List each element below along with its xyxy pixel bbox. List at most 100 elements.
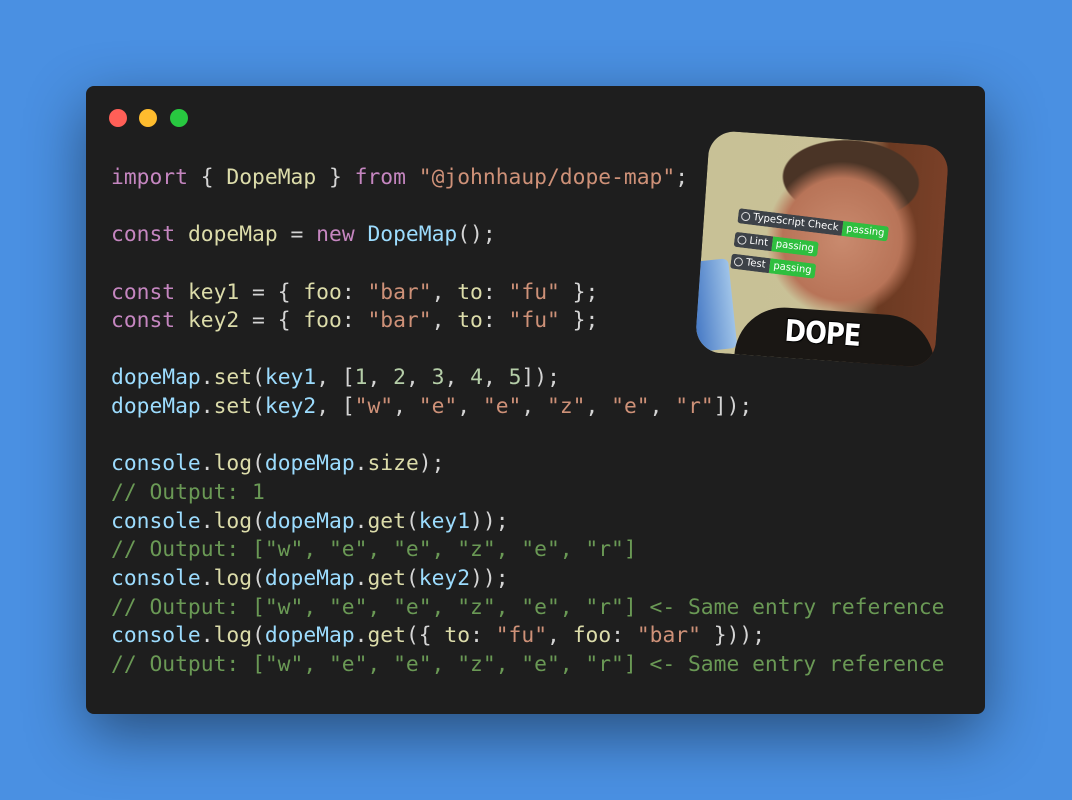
code-token-punc: };	[559, 308, 599, 334]
badge-label-text: TypeScript Check	[752, 211, 840, 234]
code-token-punc: }));	[700, 623, 766, 649]
badge-label: Test	[730, 253, 771, 274]
code-token-punc: ,	[405, 365, 432, 391]
code-token-str: "bar"	[367, 279, 432, 305]
code-line: // Output: 1	[111, 479, 944, 508]
code-token-punc: = {	[239, 279, 304, 305]
code-line: // Output: ["w", "e", "e", "z", "e", "r"…	[111, 594, 944, 623]
code-token-punc: ,	[649, 394, 676, 420]
code-token-punc	[355, 222, 368, 247]
code-line: dopeMap.set(key1, [1, 2, 3, 4, 5]);	[111, 364, 944, 393]
code-token-punc: ]);	[713, 394, 753, 420]
code-token-prop: foo	[303, 308, 342, 334]
code-token-prop: to	[444, 623, 471, 649]
code-token-var: key1	[418, 508, 471, 534]
code-token-punc: =	[277, 222, 317, 248]
code-token-punc: ,	[367, 365, 394, 391]
code-line: console.log(dopeMap.get(key1));	[111, 508, 944, 537]
code-token-str: "e"	[482, 394, 522, 420]
code-token-punc: .	[200, 508, 214, 534]
code-token-var: DopeMap	[367, 222, 458, 248]
github-icon	[736, 235, 747, 246]
code-token-fn: dopeMap	[187, 222, 278, 248]
code-token-var: console	[111, 451, 201, 477]
code-token-fn: get	[367, 565, 406, 591]
badge-label: TypeScript Check	[737, 208, 844, 236]
code-token-var: key1	[264, 365, 317, 391]
github-icon	[740, 211, 751, 222]
code-token-punc: (	[252, 451, 265, 477]
code-token-punc: , [	[316, 365, 355, 391]
meme-image: TypeScript Check passing Lint passing Te…	[694, 129, 950, 369]
code-token-prop: to	[457, 279, 483, 305]
code-token-punc: ,	[585, 394, 612, 420]
code-token-str: "bar"	[636, 623, 701, 649]
code-token-punc	[175, 280, 188, 305]
code-token-fn: DopeMap	[226, 165, 317, 190]
code-token-kw: from	[354, 165, 406, 190]
code-token-punc: ,	[431, 279, 458, 305]
code-token-punc: :	[482, 308, 509, 334]
code-token-var: dopeMap	[264, 508, 355, 534]
code-token-punc: (	[252, 365, 265, 391]
code-token-punc: , [	[316, 394, 355, 420]
code-line: dopeMap.set(key2, ["w", "e", "e", "z", "…	[111, 393, 944, 422]
code-token-var: dopeMap	[111, 365, 201, 391]
code-token-punc: :	[341, 279, 368, 305]
badge-label-text: Lint	[748, 235, 769, 249]
close-button[interactable]	[109, 109, 127, 127]
code-token-var: key2	[418, 565, 471, 591]
code-token-punc: .	[200, 394, 214, 420]
code-token-punc: {	[187, 165, 227, 190]
code-token-punc: ,	[444, 365, 471, 391]
code-token-fn: set	[213, 394, 253, 420]
code-token-punc: :	[470, 623, 496, 649]
code-token-var: key2	[264, 394, 317, 420]
code-token-punc: (	[252, 394, 265, 420]
code-token-punc: ;	[675, 165, 689, 190]
code-token-punc: .	[200, 451, 214, 477]
badge-status: passing	[768, 258, 817, 279]
code-token-num: 5	[508, 365, 522, 391]
maximize-button[interactable]	[170, 109, 188, 127]
code-token-str: "e"	[611, 394, 650, 420]
code-token-kw: import	[111, 165, 188, 190]
code-token-var: dopeMap	[264, 451, 355, 477]
code-token-kw: const	[111, 279, 176, 305]
code-token-punc: ();	[457, 222, 496, 248]
code-token-punc: ,	[547, 623, 573, 649]
code-token-punc: .	[354, 565, 368, 591]
code-token-cmt: // Output: ["w", "e", "e", "z", "e", "r"…	[111, 537, 637, 563]
code-token-var: dopeMap	[264, 565, 355, 591]
code-token-punc: (	[405, 565, 419, 591]
code-token-num: 4	[470, 365, 483, 391]
code-token-prop: foo	[572, 623, 612, 649]
github-icon	[733, 256, 744, 267]
code-token-kw: const	[111, 222, 176, 248]
code-token-num: 1	[354, 365, 368, 391]
code-window: import { DopeMap } from "@johnhaup/dope-…	[86, 86, 985, 714]
code-token-fn: get	[367, 508, 406, 534]
meme-caption: DOPE	[783, 313, 862, 354]
code-token-punc: (	[252, 508, 265, 534]
code-token-str: "fu"	[508, 308, 560, 334]
code-token-var: console	[111, 623, 201, 649]
code-token-fn: log	[213, 508, 253, 534]
code-token-punc: ({	[405, 623, 445, 649]
code-token-fn: log	[213, 451, 253, 477]
code-token-punc: ]);	[521, 365, 560, 391]
code-token-punc: .	[354, 623, 368, 649]
code-token-fn: set	[213, 365, 253, 391]
code-token-punc: (	[252, 565, 265, 591]
minimize-button[interactable]	[139, 109, 157, 127]
code-token-kw: new	[316, 222, 355, 248]
code-token-str: "z"	[547, 394, 586, 420]
code-token-punc: = {	[239, 308, 304, 334]
code-token-prop: foo	[303, 279, 342, 305]
code-token-punc: :	[482, 279, 509, 305]
code-token-str: "fu"	[495, 623, 548, 649]
code-token-var: dopeMap	[111, 394, 201, 420]
code-token-punc: :	[611, 623, 637, 649]
code-token-punc: );	[418, 451, 445, 477]
